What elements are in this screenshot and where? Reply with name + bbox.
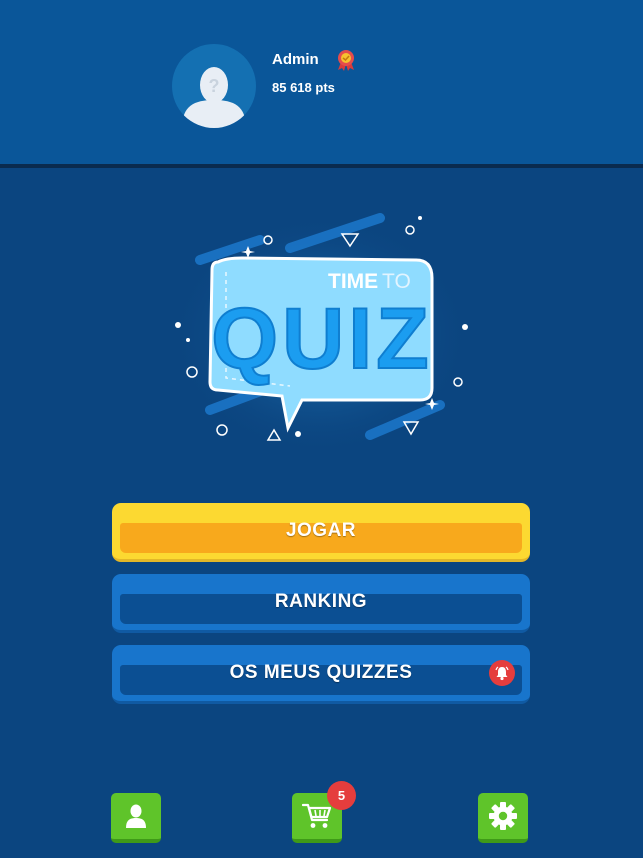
logo-quiz-text: QUIZ — [211, 291, 432, 387]
logo-to-text: TO — [382, 270, 411, 293]
avatar[interactable]: ? — [172, 44, 256, 128]
time-to-quiz-logo: TIME TO QUIZ — [170, 210, 470, 460]
profile-header: ? Admin 85 618 pts — [0, 0, 643, 168]
medal-icon — [336, 49, 356, 71]
settings-nav-button[interactable] — [478, 793, 528, 843]
cart-count-badge: 5 — [327, 781, 356, 810]
play-button[interactable]: JOGAR — [112, 503, 530, 562]
user-icon — [126, 804, 146, 828]
bell-icon — [489, 660, 515, 686]
play-button-label: JOGAR — [285, 520, 357, 541]
ranking-button[interactable]: RANKING — [112, 574, 530, 633]
gear-icon — [489, 802, 517, 830]
svg-text:?: ? — [209, 76, 220, 96]
user-silhouette-question-icon: ? — [182, 67, 246, 128]
logo-time-text: TIME — [328, 270, 378, 293]
ranking-button-label: RANKING — [274, 591, 368, 612]
profile-nav-button[interactable] — [111, 793, 161, 843]
points-total: 85 618 pts — [272, 80, 335, 95]
cart-icon — [302, 803, 332, 828]
my-quizzes-button[interactable]: OS MEUS QUIZZES — [112, 645, 530, 704]
my-quizzes-button-label: OS MEUS QUIZZES — [229, 662, 413, 683]
username: Admin — [272, 51, 319, 68]
